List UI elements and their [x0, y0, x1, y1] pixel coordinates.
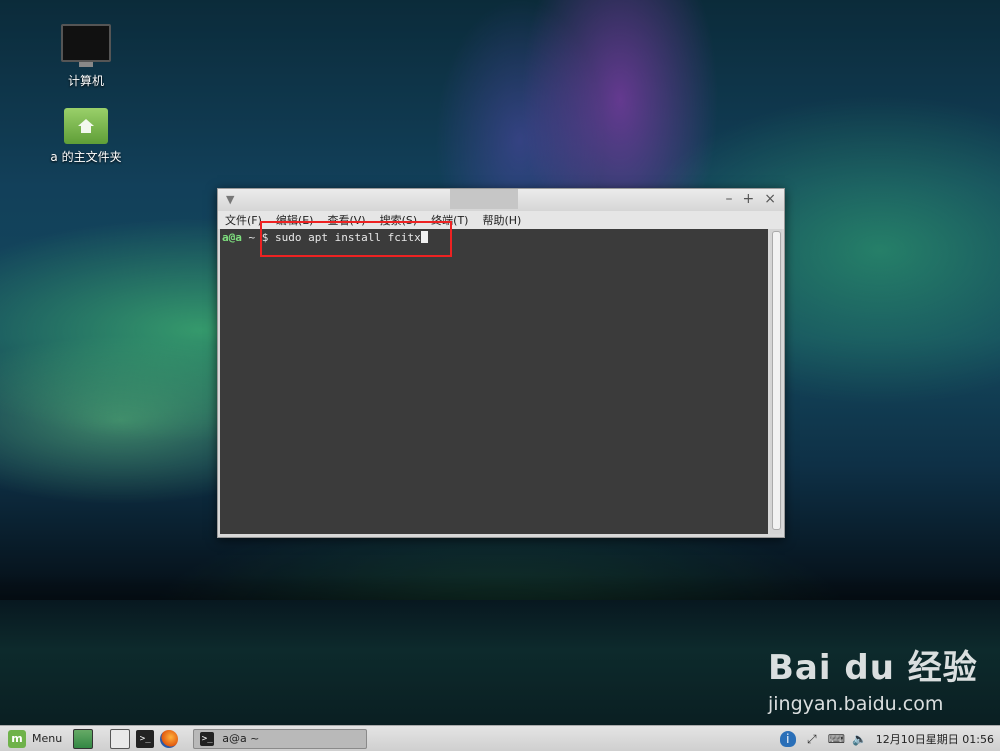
home-folder-icon — [64, 108, 108, 144]
mint-logo-icon: m — [8, 729, 26, 748]
terminal-icon[interactable]: >_ — [136, 729, 155, 748]
system-tray: i ⤢ ⌨ 🔈 12月10日星期日 01:56 — [779, 730, 1000, 747]
task-label: a@a ~ — [222, 732, 260, 745]
minimize-button[interactable]: – — [726, 191, 733, 207]
scrollbar[interactable] — [770, 229, 782, 534]
terminal-icon: >_ — [200, 731, 215, 746]
update-shield-icon[interactable]: i — [779, 730, 796, 747]
scrollbar-thumb[interactable] — [772, 231, 781, 530]
menu-file[interactable]: 文件(F) — [225, 212, 262, 228]
menu-button[interactable]: m Menu — [0, 729, 70, 748]
keyboard-icon[interactable]: ⌨ — [828, 731, 845, 747]
firefox-icon[interactable] — [160, 729, 179, 748]
menu-label: Menu — [32, 732, 63, 745]
desktop-icon-label: a 的主文件夹 — [50, 150, 122, 164]
desktop-icon-label: 计算机 — [67, 74, 104, 88]
taskbar: m Menu >_ >_ a@a ~ i ⤢ ⌨ 🔈 12月10日星期日 01:… — [0, 725, 1000, 751]
desktop-icon-home[interactable]: a 的主文件夹 — [41, 108, 131, 165]
computer-icon — [61, 24, 111, 67]
file-manager-icon[interactable] — [110, 728, 131, 749]
show-desktop-icon[interactable] — [73, 728, 94, 749]
highlight-box — [260, 221, 452, 257]
volume-icon[interactable]: 🔈 — [852, 731, 868, 747]
maximize-button[interactable]: + — [743, 191, 755, 207]
menu-help[interactable]: 帮助(H) — [482, 212, 521, 228]
prompt-path: ~ — [248, 231, 256, 244]
close-button[interactable]: × — [764, 191, 776, 207]
window-title-area — [450, 189, 518, 209]
clock[interactable]: 12月10日星期日 01:56 — [876, 731, 994, 747]
watermark-url: jingyan.baidu.com — [768, 693, 944, 715]
network-icon[interactable]: ⤢ — [804, 731, 820, 747]
watermark: Bai du 经验 jingyan.baidu.com — [768, 640, 978, 715]
title-bar[interactable]: ▼ – + × — [218, 189, 784, 211]
desktop-icon-computer[interactable]: 计算机 — [41, 24, 131, 89]
terminal-area[interactable]: a@a ~ $ sudo apt install fcitx — [220, 229, 768, 534]
watermark-logo: Bai du 经验 — [768, 648, 978, 688]
taskbar-window-terminal[interactable]: >_ a@a ~ — [193, 728, 368, 749]
prompt-user: a@a — [222, 231, 242, 244]
window-menu-icon[interactable]: ▼ — [226, 193, 234, 206]
